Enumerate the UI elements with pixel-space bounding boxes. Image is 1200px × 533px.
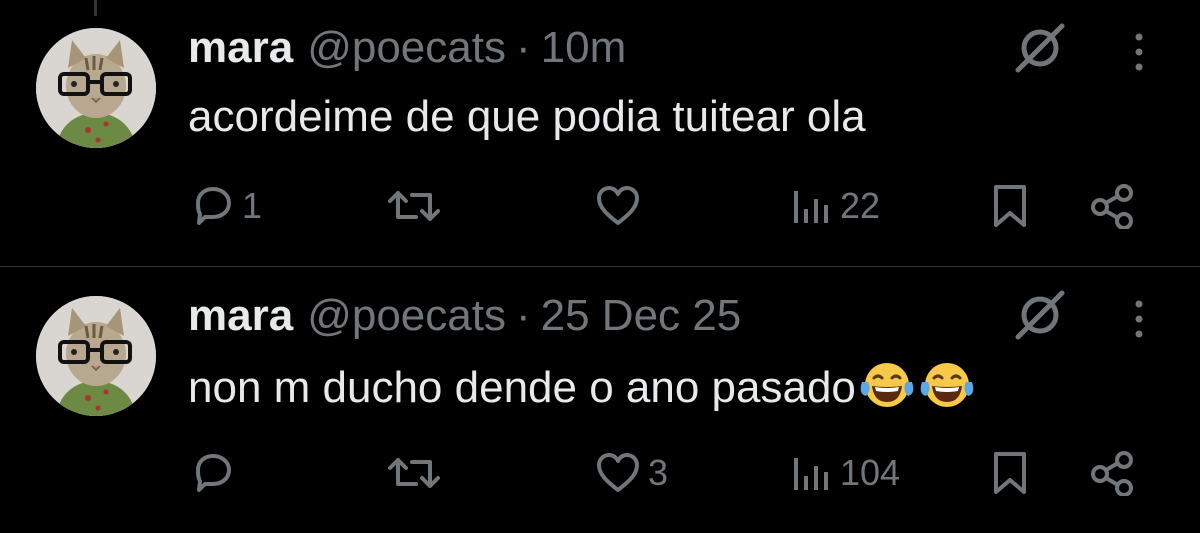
tweet-header: mara @poecats · 25 Dec 25 xyxy=(188,291,741,341)
reply-button[interactable]: 1 xyxy=(190,183,262,229)
avatar[interactable] xyxy=(36,296,156,416)
face-with-tears-of-joy-icon xyxy=(918,360,976,421)
retweet-icon xyxy=(388,458,440,488)
share-icon xyxy=(1091,184,1133,229)
views-button[interactable]: 22 xyxy=(790,183,880,229)
view-count: 104 xyxy=(840,452,901,493)
views-button[interactable]: 104 xyxy=(790,450,900,496)
grok-icon[interactable] xyxy=(1012,22,1068,74)
like-button[interactable] xyxy=(594,183,648,229)
share-icon xyxy=(1091,451,1133,496)
like-count: 3 xyxy=(648,452,669,493)
view-count: 22 xyxy=(840,185,881,226)
separator-dot: · xyxy=(515,23,531,72)
share-button[interactable] xyxy=(1088,450,1136,496)
separator-dot: · xyxy=(515,291,531,340)
tweet[interactable]: mara @poecats · 10m acordeime de que pod… xyxy=(0,0,1200,267)
author-name[interactable]: mara xyxy=(188,291,293,341)
author-name[interactable]: mara xyxy=(188,23,293,73)
bookmark-button[interactable] xyxy=(990,450,1030,496)
reply-icon xyxy=(196,187,231,225)
heart-icon xyxy=(597,453,639,492)
retweet-button[interactable] xyxy=(386,183,448,229)
retweet-button[interactable] xyxy=(386,450,448,496)
timestamp[interactable]: 25 Dec 25 xyxy=(541,291,742,341)
avatar[interactable] xyxy=(36,28,156,148)
retweet-icon xyxy=(388,191,440,221)
bookmark-icon xyxy=(994,185,1026,227)
bookmark-icon xyxy=(994,452,1026,494)
views-icon xyxy=(794,458,828,490)
reply-count: 1 xyxy=(242,185,263,226)
face-with-tears-of-joy-icon xyxy=(858,360,916,421)
tweet-text-container: non m ducho dende o ano pasado xyxy=(188,360,976,421)
tweet-text: acordeime de que podia tuitear ola xyxy=(188,92,866,141)
author-handle[interactable]: @poecats xyxy=(307,291,506,341)
more-icon[interactable] xyxy=(1124,27,1154,77)
tweet-text: non m ducho dende o ano pasado xyxy=(188,363,856,412)
timestamp[interactable]: 10m xyxy=(541,23,627,73)
heart-icon xyxy=(597,186,639,225)
tweet[interactable]: mara @poecats · 25 Dec 25 non m ducho de… xyxy=(0,267,1200,533)
more-icon[interactable] xyxy=(1124,294,1154,344)
reply-icon xyxy=(196,454,231,492)
grok-icon[interactable] xyxy=(1012,289,1068,341)
views-icon xyxy=(794,191,828,223)
like-button[interactable]: 3 xyxy=(594,450,668,496)
bookmark-button[interactable] xyxy=(990,183,1030,229)
share-button[interactable] xyxy=(1088,183,1136,229)
author-handle[interactable]: @poecats xyxy=(307,23,506,73)
tweet-header: mara @poecats · 10m xyxy=(188,23,626,73)
reply-button[interactable] xyxy=(190,450,242,496)
